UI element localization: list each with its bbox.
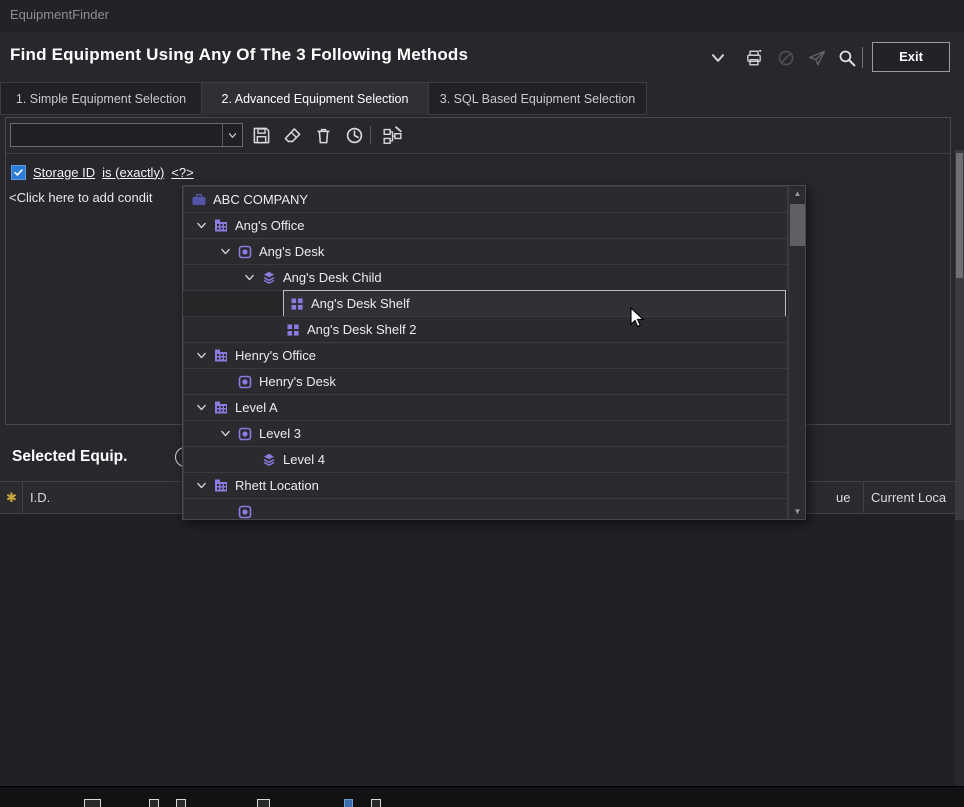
scrollbar-down-icon[interactable]: ▼ [789, 504, 806, 519]
location-tree: ABC COMPANY Ang's Office Ang's Desk Ang'… [183, 186, 788, 519]
tree-item-level-3[interactable]: Level 3 [183, 420, 788, 447]
shelf-grid-icon [284, 321, 301, 338]
window-fragment [84, 799, 101, 807]
building-icon [212, 399, 229, 416]
popup-vertical-scrollbar[interactable]: ▲ ▼ [788, 186, 805, 519]
window-fragment [176, 799, 186, 807]
window-fragment [344, 799, 353, 807]
condition-operator-link[interactable]: is (exactly) [102, 165, 164, 180]
desk-icon [236, 425, 253, 442]
combobox-dropdown-icon[interactable] [222, 124, 242, 146]
tab-advanced-equipment-selection[interactable]: 2. Advanced Equipment Selection [202, 82, 429, 115]
sync-disabled-icon [775, 47, 797, 69]
toolbar-separator [370, 126, 371, 144]
equipment-finder-window: EquipmentFinder Find Equipment Using Any… [0, 0, 964, 807]
chevron-down-icon[interactable] [214, 426, 236, 442]
tab-bar: 1. Simple Equipment Selection 2. Advance… [0, 82, 964, 115]
chevron-down-icon[interactable] [190, 400, 212, 416]
column-header-id[interactable]: I.D. [30, 482, 50, 514]
expander-slot [238, 452, 260, 468]
layers-icon [260, 269, 277, 286]
chevron-down-icon[interactable] [238, 270, 260, 286]
popup-scrollbar-thumb[interactable] [790, 204, 805, 246]
bottom-strip [0, 786, 964, 807]
toolbar-divider [6, 153, 950, 154]
header-separator [862, 47, 863, 68]
exit-button[interactable]: Exit [872, 42, 950, 72]
required-asterisk-icon: ✱ [6, 490, 17, 506]
tab-sql-equipment-selection[interactable]: 3. SQL Based Equipment Selection [429, 82, 647, 115]
preset-combobox[interactable] [10, 123, 243, 147]
grid-column-divider [22, 482, 23, 514]
send-icon[interactable] [806, 47, 828, 69]
tree-item-rhett-location[interactable]: Rhett Location [183, 472, 788, 499]
window-title: EquipmentFinder [10, 7, 109, 22]
chevron-down-icon[interactable] [190, 218, 212, 234]
preset-combobox-value[interactable] [11, 124, 222, 146]
equipment-grid-body[interactable] [0, 514, 955, 786]
save-icon[interactable] [249, 123, 273, 147]
window-fragment [257, 799, 270, 807]
tree-item-henrys-office[interactable]: Henry's Office [183, 342, 788, 369]
chevron-down-icon[interactable] [214, 244, 236, 260]
selected-equip-title: Selected Equip. [12, 448, 127, 466]
tree-item-level-a[interactable]: Level A [183, 394, 788, 421]
condition-field-link[interactable]: Storage ID [33, 165, 95, 180]
tree-item-level-4[interactable]: Level 4 [183, 446, 788, 473]
history-icon[interactable] [342, 123, 366, 147]
tree-item-angs-office[interactable]: Ang's Office [183, 212, 788, 239]
tree-item-angs-desk-shelf-2[interactable]: Ang's Desk Shelf 2 [183, 316, 788, 343]
tree-item-angs-desk-child[interactable]: Ang's Desk Child [183, 264, 788, 291]
desk-icon [236, 503, 253, 519]
tab-simple-equipment-selection[interactable]: 1. Simple Equipment Selection [0, 82, 202, 115]
chevron-down-icon[interactable] [707, 47, 729, 69]
building-icon [212, 217, 229, 234]
briefcase-icon [190, 191, 207, 208]
trash-icon[interactable] [311, 123, 335, 147]
building-icon [212, 477, 229, 494]
expander-slot [262, 322, 284, 338]
search-icon[interactable] [836, 47, 858, 69]
expander-slot [214, 374, 236, 390]
printer-icon[interactable] [743, 47, 765, 69]
tree-item-angs-desk[interactable]: Ang's Desk [183, 238, 788, 265]
location-tree-popup: ABC COMPANY Ang's Office Ang's Desk Ang'… [182, 185, 806, 520]
layers-icon [260, 451, 277, 468]
window-fragment [371, 799, 381, 807]
column-header-current-location[interactable]: Current Loca [871, 482, 946, 514]
tree-item-clipped[interactable] [183, 498, 788, 519]
scrollbar-up-icon[interactable]: ▲ [789, 186, 806, 201]
grid-column-divider [863, 482, 864, 514]
page-title: Find Equipment Using Any Of The 3 Follow… [10, 45, 468, 65]
main-vertical-scrollbar[interactable] [955, 150, 964, 520]
column-header-value[interactable]: ue [836, 482, 850, 514]
desk-icon [236, 243, 253, 260]
eraser-icon[interactable] [280, 123, 304, 147]
condition-checkbox[interactable] [11, 165, 26, 180]
tree-item-angs-desk-shelf[interactable]: Ang's Desk Shelf [283, 290, 786, 317]
condition-value-link[interactable]: <?> [171, 165, 193, 180]
chevron-down-icon[interactable] [190, 348, 212, 364]
tree-item-abc-company[interactable]: ABC COMPANY [183, 186, 788, 213]
shelf-grid-icon [288, 295, 305, 312]
title-bar: EquipmentFinder [0, 0, 964, 32]
building-icon [212, 347, 229, 364]
window-fragment [149, 799, 159, 807]
scrollbar-thumb[interactable] [956, 153, 963, 278]
add-condition-hint[interactable]: <Click here to add condit [9, 190, 152, 205]
hierarchy-edit-icon[interactable] [380, 123, 404, 147]
desk-icon [236, 373, 253, 390]
expander-slot [214, 504, 236, 520]
tree-item-henrys-desk[interactable]: Henry's Desk [183, 368, 788, 395]
condition-row: Storage ID is (exactly) <?> [11, 162, 201, 182]
chevron-down-icon[interactable] [190, 478, 212, 494]
